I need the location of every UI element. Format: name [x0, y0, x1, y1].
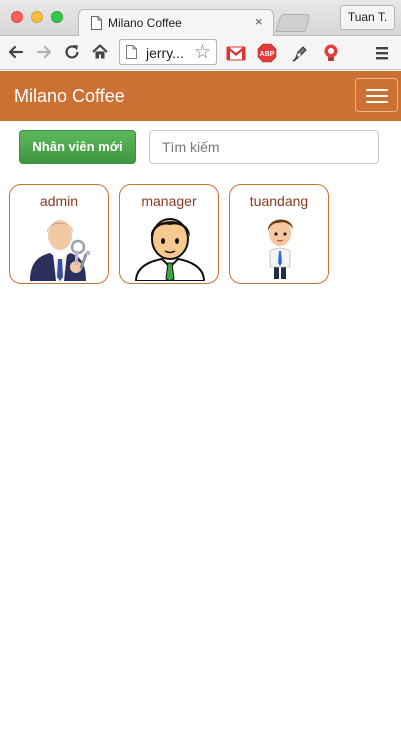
tab-title: Milano Coffee: [108, 16, 182, 30]
new-employee-button[interactable]: Nhân viên mới: [19, 130, 136, 164]
svg-text:ABP: ABP: [260, 51, 275, 58]
employee-name: manager: [141, 193, 197, 209]
browser-toolbar: jerry... ☆ ABP: [0, 36, 401, 70]
close-tab-icon[interactable]: ×: [255, 14, 263, 29]
page-icon: [126, 45, 137, 59]
browser-titlebar: Milano Coffee × Tuan T.: [0, 0, 401, 37]
gmail-icon[interactable]: [226, 43, 246, 63]
employee-name: tuandang: [249, 193, 309, 209]
employee-card-manager[interactable]: manager: [119, 184, 219, 284]
employee-card-tuandang[interactable]: tuandang: [229, 184, 329, 284]
close-window-button[interactable]: [11, 11, 23, 23]
menu-icon[interactable]: [372, 43, 392, 63]
app-navbar: Milano Coffee: [0, 71, 401, 121]
new-tab-button[interactable]: [275, 14, 311, 32]
zoom-window-button[interactable]: [51, 11, 63, 23]
forward-icon[interactable]: [34, 42, 54, 62]
home-icon[interactable]: [90, 42, 110, 62]
employee-name: admin: [39, 193, 79, 209]
navbar-toggle-button[interactable]: [355, 78, 398, 112]
employee-card-admin[interactable]: admin: [9, 184, 109, 284]
hamburger-icon: [366, 89, 388, 91]
adblock-plus-icon[interactable]: ABP: [257, 43, 277, 63]
browser-tab[interactable]: Milano Coffee ×: [78, 9, 274, 37]
bookmark-star-icon[interactable]: ☆: [194, 41, 211, 64]
search-input[interactable]: [149, 130, 379, 164]
profile-button[interactable]: Tuan T.: [340, 5, 395, 30]
brand-title[interactable]: Milano Coffee: [14, 86, 125, 107]
lightbulb-icon[interactable]: [321, 43, 341, 63]
cartoon-man-avatar-icon: [267, 219, 293, 279]
manager-cartoon-avatar-icon: [134, 218, 206, 281]
minimize-window-button[interactable]: [31, 11, 43, 23]
page-icon: [91, 16, 102, 30]
back-icon[interactable]: [6, 42, 26, 62]
url-text: jerry...: [146, 45, 184, 61]
reload-icon[interactable]: [62, 42, 82, 62]
pen-tool-icon[interactable]: [290, 43, 310, 63]
address-bar[interactable]: jerry... ☆: [119, 39, 217, 65]
businessman-keys-avatar-icon: [30, 220, 90, 281]
